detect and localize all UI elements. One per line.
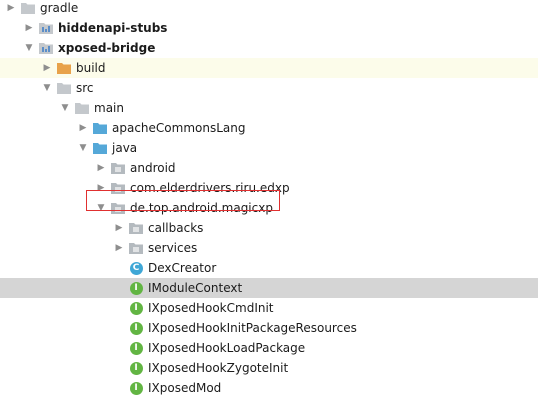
arrow-spacer: [112, 318, 126, 338]
chevron-right-icon[interactable]: ▶: [112, 218, 126, 238]
tree-row[interactable]: ▼ de.top.android.magicxp: [0, 198, 538, 218]
tree-row[interactable]: ▶ android: [0, 158, 538, 178]
tree-row[interactable]: ▼ src: [0, 78, 538, 98]
tree-item-label: IXposedHookInitPackageResources: [148, 321, 357, 335]
tree-item-label: java: [112, 141, 138, 155]
tree-item-label: apacheCommonsLang: [112, 121, 246, 135]
tree-item-label: callbacks: [148, 221, 204, 235]
folder-icon: [20, 0, 36, 16]
arrow-spacer: [112, 378, 126, 398]
package-icon: [128, 240, 144, 256]
tree-item-label: IXposedHookCmdInit: [148, 301, 274, 315]
tree-item-label: gradle: [40, 1, 79, 15]
tree-item-label: com.elderdrivers.riru.edxp: [130, 181, 290, 195]
interface-icon: I: [128, 320, 144, 336]
chevron-right-icon[interactable]: ▶: [76, 118, 90, 138]
tree-item-label: de.top.android.magicxp: [130, 201, 273, 215]
tree-row[interactable]: ▶ services: [0, 238, 538, 258]
package-icon: [128, 220, 144, 236]
tree-item-label: DexCreator: [148, 261, 217, 275]
interface-icon: I: [128, 280, 144, 296]
tree-row[interactable]: I IXposedHookCmdInit: [0, 298, 538, 318]
tree-item-label: IXposedHookZygoteInit: [148, 361, 289, 375]
chevron-down-icon[interactable]: ▼: [58, 98, 72, 118]
tree-row[interactable]: ▼ xposed-bridge: [0, 38, 538, 58]
tree-row[interactable]: I IXposedMod: [0, 378, 538, 398]
tree-row[interactable]: I IXposedHookZygoteInit: [0, 358, 538, 378]
tree-item-label: src: [76, 81, 94, 95]
tree-item-label: android: [130, 161, 176, 175]
tree-item-label: hiddenapi-stubs: [58, 21, 168, 35]
interface-icon: I: [128, 360, 144, 376]
package-icon: [110, 160, 126, 176]
excluded-folder-icon: [56, 60, 72, 76]
arrow-spacer: [112, 258, 126, 278]
chevron-down-icon[interactable]: ▼: [76, 138, 90, 158]
tree-row[interactable]: ▼ java: [0, 138, 538, 158]
class-icon: C: [128, 260, 144, 276]
package-icon: [110, 200, 126, 216]
tree-row[interactable]: ▼ main: [0, 98, 538, 118]
interface-icon: I: [128, 300, 144, 316]
chevron-right-icon[interactable]: ▶: [112, 238, 126, 258]
chevron-right-icon[interactable]: ▶: [40, 58, 54, 78]
folder-icon: [56, 80, 72, 96]
tree-row[interactable]: ▶ gradle: [0, 0, 538, 18]
tree-row[interactable]: I IXposedHookInitPackageResources: [0, 318, 538, 338]
arrow-spacer: [112, 298, 126, 318]
tree-row[interactable]: ▶ build: [0, 58, 538, 78]
tree-item-label: xposed-bridge: [58, 41, 156, 55]
chevron-right-icon[interactable]: ▶: [94, 158, 108, 178]
tree-row[interactable]: ▶ apacheCommonsLang: [0, 118, 538, 138]
tree-item-label: IXposedMod: [148, 381, 222, 395]
arrow-spacer: [112, 278, 126, 298]
tree-row[interactable]: I IModuleContext: [0, 278, 538, 298]
tree-row[interactable]: ▶ hiddenapi-stubs: [0, 18, 538, 38]
tree-item-label: main: [94, 101, 124, 115]
chevron-right-icon[interactable]: ▶: [94, 178, 108, 198]
chevron-right-icon[interactable]: ▶: [22, 18, 36, 38]
source-folder-icon: [92, 140, 108, 156]
tree-row[interactable]: C DexCreator: [0, 258, 538, 278]
chevron-down-icon[interactable]: ▼: [94, 198, 108, 218]
arrow-spacer: [112, 358, 126, 378]
package-icon: [110, 180, 126, 196]
tree-row[interactable]: I IXposedHookLoadPackage: [0, 338, 538, 358]
interface-icon: I: [128, 340, 144, 356]
tree-row[interactable]: ▶ com.elderdrivers.riru.edxp: [0, 178, 538, 198]
tree-item-label: services: [148, 241, 198, 255]
tree-item-label: IXposedHookLoadPackage: [148, 341, 306, 355]
arrow-spacer: [112, 338, 126, 358]
source-folder-icon: [92, 120, 108, 136]
interface-icon: I: [128, 380, 144, 396]
folder-icon: [74, 100, 90, 116]
tree-row[interactable]: ▶ callbacks: [0, 218, 538, 238]
module-folder-icon: [38, 20, 54, 36]
tree-item-label: IModuleContext: [148, 281, 243, 295]
chevron-down-icon[interactable]: ▼: [22, 38, 36, 58]
project-tree: ▶ gradle ▶ hiddenapi-stubs ▼ xposed-bridge ▶ bu…: [0, 0, 538, 401]
tree-item-label: build: [76, 61, 106, 75]
chevron-right-icon[interactable]: ▶: [4, 0, 18, 18]
module-folder-icon: [38, 40, 54, 56]
chevron-down-icon[interactable]: ▼: [40, 78, 54, 98]
